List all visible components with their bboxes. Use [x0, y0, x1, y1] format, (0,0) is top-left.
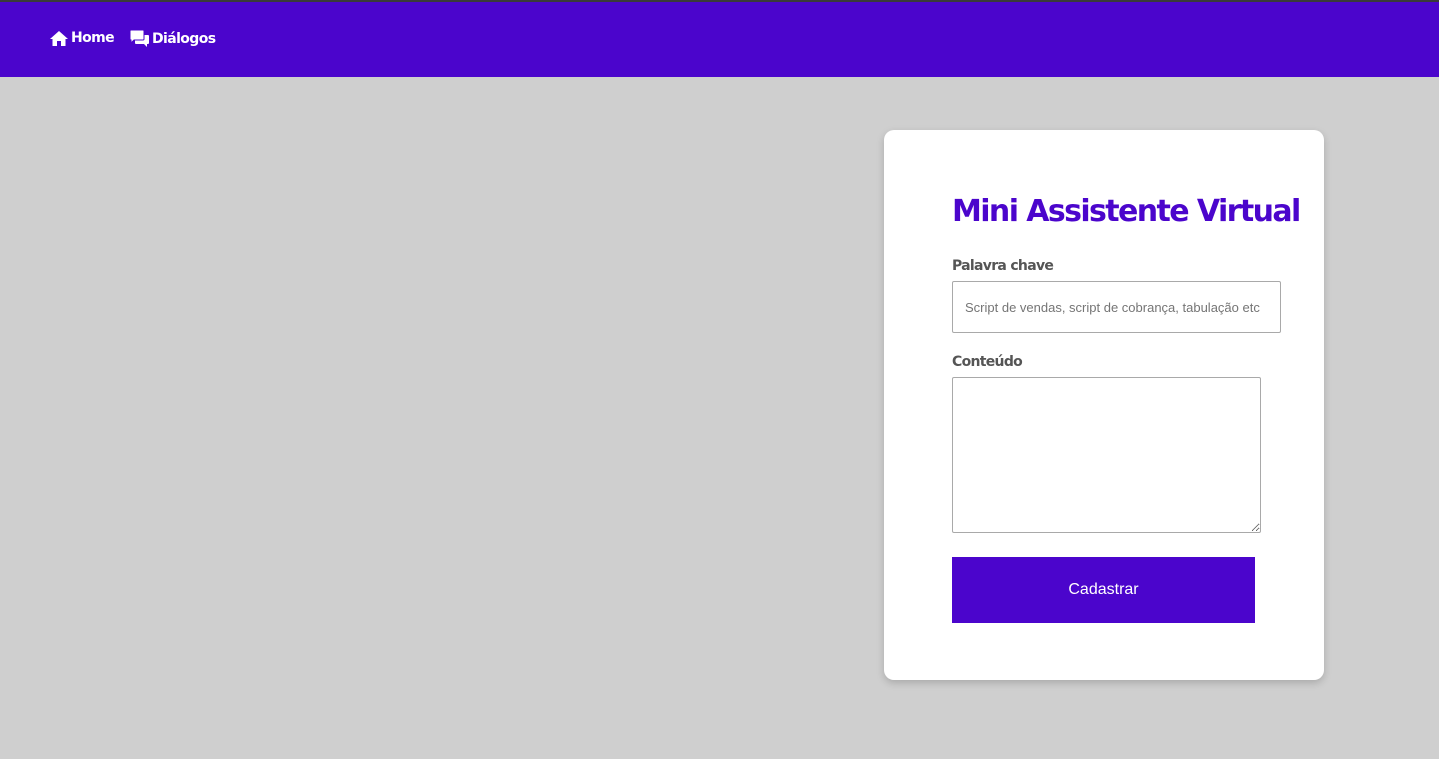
top-navbar: Home Diálogos	[0, 2, 1439, 77]
keyword-input[interactable]	[952, 281, 1281, 333]
content-textarea[interactable]	[952, 377, 1261, 533]
register-card: Mini Assistente Virtual Palavra chave Co…	[884, 130, 1324, 680]
nav-dialogs-label: Diálogos	[152, 30, 216, 47]
content-label: Conteúdo	[952, 354, 1023, 370]
home-icon	[50, 30, 71, 46]
nav-dialogs-link[interactable]: Diálogos	[130, 30, 216, 47]
submit-button[interactable]: Cadastrar	[952, 557, 1255, 623]
keyword-label: Palavra chave	[952, 258, 1054, 274]
chat-bubbles-icon	[130, 30, 152, 47]
nav-home-label: Home	[71, 30, 115, 46]
nav-home-link[interactable]: Home	[50, 30, 115, 46]
form-title: Mini Assistente Virtual	[952, 194, 1301, 229]
